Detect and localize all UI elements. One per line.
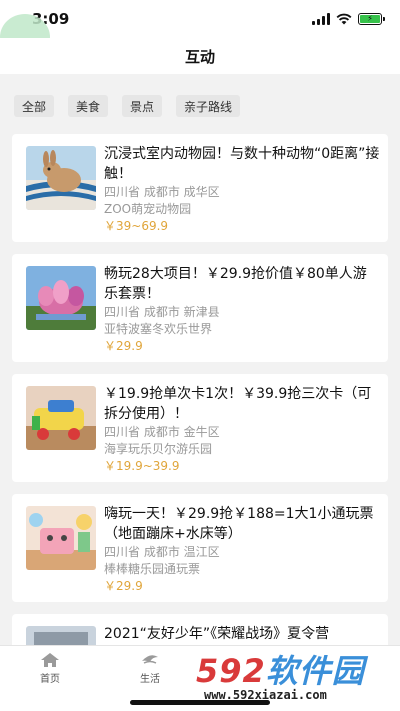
activity-region: 四川省 成都市 金牛区 xyxy=(104,425,220,439)
activity-card[interactable]: 嗨玩一天！￥29.9抢￥188=1大1小通玩票（地面蹦床+水床等） 四川省 成都… xyxy=(12,494,388,602)
activity-venue: 棒棒糖乐园通玩票 xyxy=(104,562,201,576)
filter-tag-food[interactable]: 美食 xyxy=(68,95,109,117)
filter-tag-family-route[interactable]: 亲子路线 xyxy=(176,95,241,117)
activity-title: 沉浸式室内动物园！与数十种动物“0距离”接触！ xyxy=(104,146,380,182)
filter-tag-scenic[interactable]: 景点 xyxy=(122,95,163,117)
activity-card-body: 2021“友好少年”《荣耀战场》夏令营 xyxy=(104,624,380,644)
home-indicator xyxy=(130,700,270,705)
wifi-icon xyxy=(336,13,352,25)
tab-home[interactable]: 首页 xyxy=(20,652,80,685)
activity-title: ￥19.9抢单次卡1次！￥39.9抢三次卡（可拆分使用）！ xyxy=(104,386,372,422)
activity-card[interactable]: 沉浸式室内动物园！与数十种动物“0距离”接触！ 四川省 成都市 成华区 ZOO萌… xyxy=(12,134,388,242)
activity-region: 四川省 成都市 温江区 xyxy=(104,545,220,559)
activity-price: ￥29.9 xyxy=(104,339,143,353)
activity-card-body: 畅玩28大项目！￥29.9抢价值￥80单人游乐套票！ 四川省 成都市 新津县 亚… xyxy=(104,264,380,355)
activity-thumbnail xyxy=(26,146,96,210)
tab-life-label: 生活 xyxy=(140,674,160,685)
activity-card-body: ￥19.9抢单次卡1次！￥39.9抢三次卡（可拆分使用）！ 四川省 成都市 金牛… xyxy=(104,384,380,475)
activity-card-body: 沉浸式室内动物园！与数十种动物“0距离”接触！ 四川省 成都市 成华区 ZOO萌… xyxy=(104,144,380,235)
filter-tag-all[interactable]: 全部 xyxy=(14,95,55,117)
status-icons: ⚡ xyxy=(312,13,385,25)
activity-price: ￥29.9 xyxy=(104,579,143,593)
battery-icon: ⚡ xyxy=(358,13,385,25)
filter-tags: 全部 美食 景点 亲子路线 xyxy=(14,95,241,117)
activity-thumbnail xyxy=(26,506,96,570)
activity-price: ￥39~69.9 xyxy=(104,219,169,233)
signal-icon xyxy=(312,13,330,25)
page-title: 互动 xyxy=(184,47,215,66)
home-icon xyxy=(41,653,59,667)
page-header: 互动 xyxy=(0,38,400,74)
activity-thumbnail xyxy=(26,266,96,330)
life-icon xyxy=(142,655,158,664)
activity-venue: 亚特波塞冬欢乐世界 xyxy=(104,322,213,336)
activity-card[interactable]: 畅玩28大项目！￥29.9抢价值￥80单人游乐套票！ 四川省 成都市 新津县 亚… xyxy=(12,254,388,362)
activity-price: ￥19.9~39.9 xyxy=(104,459,180,473)
activity-thumbnail xyxy=(26,386,96,450)
status-bar: 3:09 ⚡ xyxy=(0,0,400,38)
activity-title: 2021“友好少年”《荣耀战场》夏令营 xyxy=(104,626,330,642)
activity-title: 嗨玩一天！￥29.9抢￥188=1大1小通玩票（地面蹦床+水床等） xyxy=(104,506,374,542)
activity-region: 四川省 成都市 新津县 xyxy=(104,305,220,319)
tab-home-label: 首页 xyxy=(40,674,60,685)
activity-region: 四川省 成都市 成华区 xyxy=(104,185,220,199)
activity-venue: 海享玩乐贝尔游乐园 xyxy=(104,442,213,456)
activity-title: 畅玩28大项目！￥29.9抢价值￥80单人游乐套票！ xyxy=(104,266,367,302)
activity-card[interactable]: ￥19.9抢单次卡1次！￥39.9抢三次卡（可拆分使用）！ 四川省 成都市 金牛… xyxy=(12,374,388,482)
activity-venue: ZOO萌宠动物园 xyxy=(104,202,192,216)
tab-life[interactable]: 生活 xyxy=(120,652,180,685)
activity-card-body: 嗨玩一天！￥29.9抢￥188=1大1小通玩票（地面蹦床+水床等） 四川省 成都… xyxy=(104,504,380,595)
